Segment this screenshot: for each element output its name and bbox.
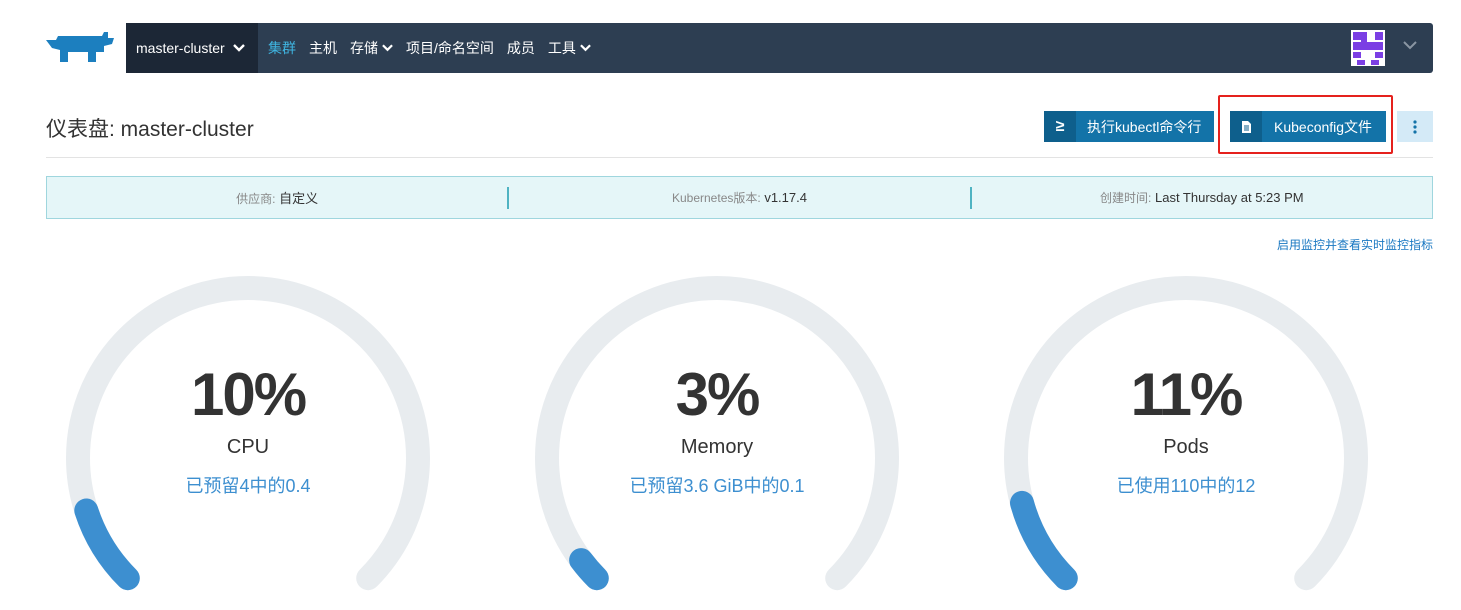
- nav-item-projects-namespaces[interactable]: 项目/命名空间: [406, 38, 494, 58]
- nav-item-label: 项目/命名空间: [406, 40, 494, 56]
- cpu-gauge: 10% CPU 已预留4中的0.4: [58, 270, 438, 610]
- provider-value: 自定义: [279, 191, 319, 206]
- page-title: 仪表盘: master-cluster: [46, 118, 254, 141]
- vertical-ellipsis-icon: [1413, 119, 1417, 134]
- gauge-percentage: 11%: [1130, 361, 1244, 428]
- created-time-key: 创建时间:: [1100, 191, 1152, 205]
- enable-monitoring-link[interactable]: 启用监控并查看实时监控指标: [1277, 236, 1433, 253]
- user-menu-chevron-icon[interactable]: [1403, 40, 1417, 50]
- gauge-track: [66, 275, 430, 591]
- nav-item-cluster[interactable]: 集群: [268, 38, 296, 58]
- chevron-down-icon: [382, 44, 393, 52]
- nav-item-label: 成员: [506, 40, 535, 56]
- nav-item-label: 主机: [309, 40, 337, 56]
- cluster-info-banner: 供应商: 自定义 Kubernetes版本: v1.17.4 创建时间: Las…: [46, 176, 1433, 219]
- title-divider: [46, 157, 1433, 158]
- gauge-track: [1004, 275, 1368, 591]
- nav-item-label: 存储: [350, 40, 378, 56]
- gauge-fill: [74, 498, 140, 591]
- nav-item-storage[interactable]: 存储: [350, 38, 393, 58]
- chevron-down-icon: [232, 44, 245, 52]
- k8s-version-info: Kubernetes版本: v1.17.4: [509, 189, 969, 206]
- nav-item-label: 集群: [268, 40, 296, 56]
- pods-gauge: 11% Pods 已使用110中的12: [996, 270, 1376, 610]
- cluster-name: master-cluster: [136, 40, 225, 56]
- gauge-fill: [569, 548, 609, 591]
- nav-item-hosts[interactable]: 主机: [309, 38, 337, 58]
- gauge-detail: 已使用110中的12: [1116, 476, 1256, 496]
- chevron-down-icon: [580, 44, 591, 52]
- k8s-version-key: Kubernetes版本:: [671, 191, 761, 205]
- provider-key: 供应商:: [236, 192, 276, 206]
- highlight-annotation-box: [1218, 95, 1393, 154]
- k8s-version-value: v1.17.4: [764, 190, 807, 205]
- gauge-percentage: 10%: [190, 361, 307, 428]
- more-actions-button[interactable]: [1397, 111, 1433, 142]
- gauge-percentage: 3%: [675, 361, 761, 428]
- cluster-selector[interactable]: master-cluster: [126, 23, 258, 73]
- nav-item-members[interactable]: 成员: [507, 38, 535, 58]
- top-navigation-bar: master-cluster 集群 主机 存储 项目/命名空间 成员 工具: [126, 23, 1433, 73]
- kubectl-shell-button[interactable]: ≥ 执行kubectl命令行: [1044, 111, 1214, 142]
- gauge-detail: 已预留4中的0.4: [185, 476, 311, 496]
- gauge-label: Memory: [680, 436, 754, 458]
- gauge-track: [535, 275, 899, 591]
- kubectl-button-label: 执行kubectl命令行: [1087, 118, 1202, 135]
- gauge-label: CPU: [226, 436, 270, 458]
- rancher-logo-icon[interactable]: [44, 30, 116, 64]
- created-time-info: 创建时间: Last Thursday at 5:23 PM: [972, 189, 1432, 206]
- nav-item-tools[interactable]: 工具: [548, 38, 591, 58]
- gauge-fill: [1010, 490, 1078, 591]
- user-avatar-icon[interactable]: [1351, 30, 1385, 66]
- terminal-icon: ≥: [1044, 111, 1076, 142]
- gauge-detail: 已预留3.6 GiB中的0.1: [629, 476, 805, 496]
- created-time-value: Last Thursday at 5:23 PM: [1154, 190, 1304, 205]
- nav-item-label: 工具: [547, 40, 576, 56]
- memory-gauge: 3% Memory 已预留3.6 GiB中的0.1: [527, 270, 907, 610]
- provider-info: 供应商: 自定义: [47, 188, 507, 207]
- gauge-label: Pods: [1163, 436, 1209, 458]
